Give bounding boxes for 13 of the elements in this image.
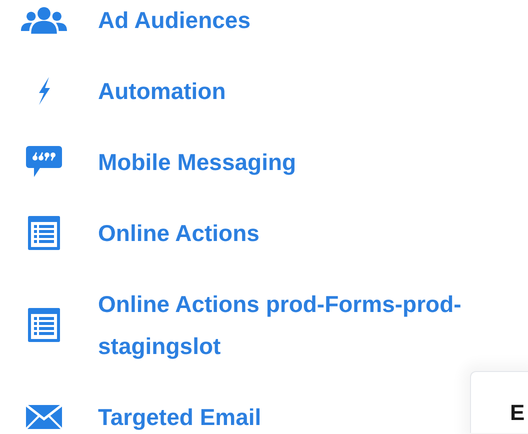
- users-icon: [21, 6, 67, 34]
- menu-link[interactable]: Mobile Messaging: [98, 141, 296, 183]
- menu-link[interactable]: Online Actions: [98, 212, 260, 254]
- menu-link[interactable]: Automation: [98, 70, 226, 112]
- menu-link[interactable]: Ad Audiences: [98, 0, 251, 41]
- list-icon: [28, 308, 60, 342]
- speech-bubble-icon: [26, 146, 62, 178]
- list-icon: [28, 216, 60, 250]
- menu-link[interactable]: Targeted Email: [98, 396, 262, 434]
- envelope-icon: [26, 405, 62, 429]
- card-title: E: [510, 402, 526, 424]
- menu-link[interactable]: Online Actions prod-Forms-prod-stagingslot: [98, 283, 518, 367]
- lightning-icon: [37, 77, 51, 105]
